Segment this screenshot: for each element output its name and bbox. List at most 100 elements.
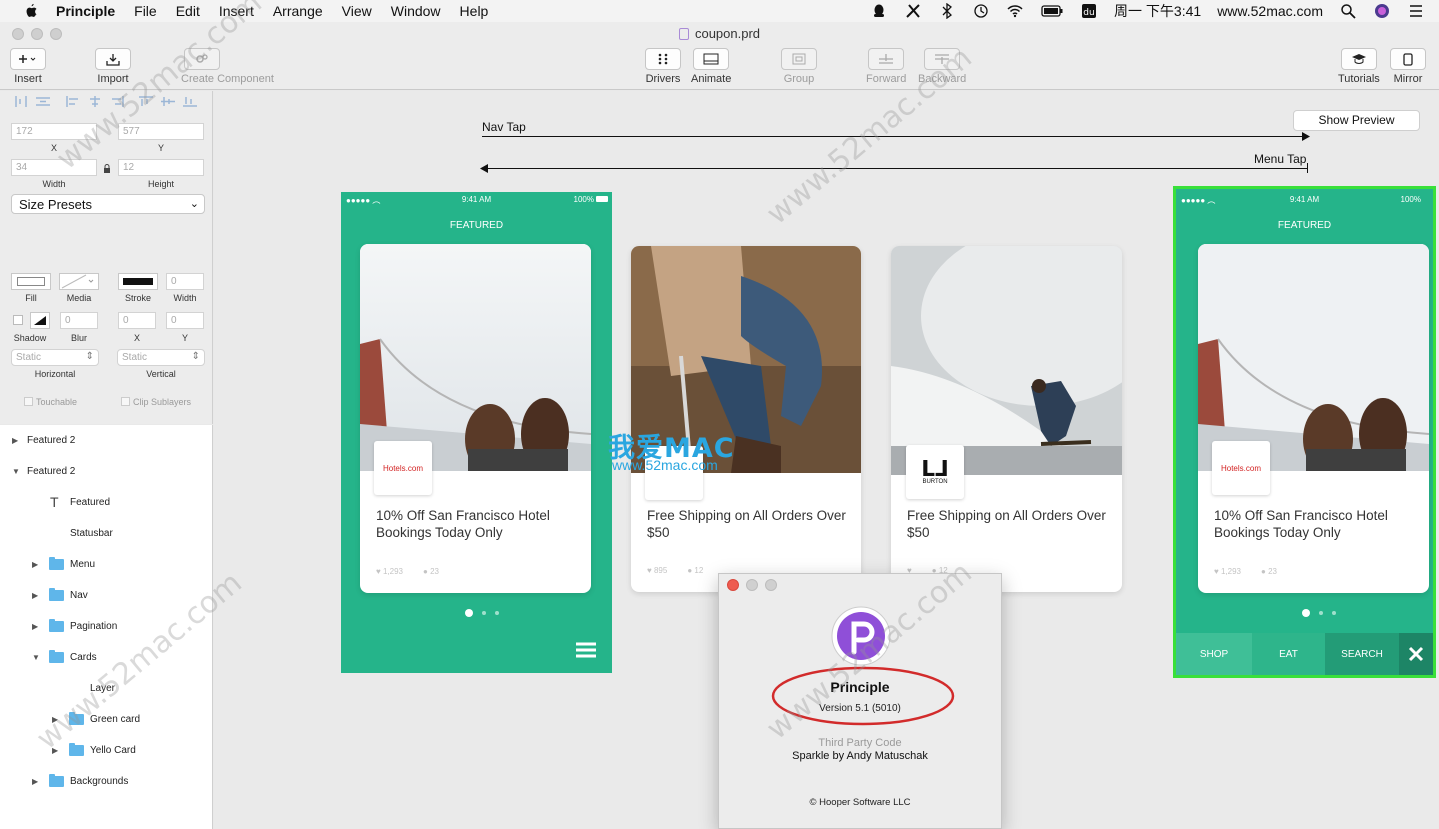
layer-item-featured-2-expanded[interactable]: ▼ Featured 2 <box>12 463 75 479</box>
layer-item-menu[interactable]: ▶ Menu <box>32 556 95 572</box>
layer-item-yello-card[interactable]: ▶ Yello Card <box>52 742 136 758</box>
apple-icon[interactable] <box>20 3 42 19</box>
align-center-icon[interactable] <box>88 96 102 107</box>
group-button[interactable]: Group <box>781 48 817 85</box>
menubar-clock[interactable]: 周一 下午3:41 <box>1114 1 1201 21</box>
hamburger-menu-icon[interactable] <box>576 642 596 658</box>
tab-shop[interactable]: SHOP <box>1176 633 1252 675</box>
disclosure-triangle-icon[interactable]: ▼ <box>12 467 22 476</box>
tutorials-button[interactable]: Tutorials <box>1338 48 1380 85</box>
disclosure-triangle-icon[interactable]: ▼ <box>32 653 42 662</box>
clip-sublayers-checkbox[interactable] <box>121 397 130 406</box>
disclosure-triangle-icon[interactable]: ▶ <box>32 591 42 600</box>
layer-item-featured-2[interactable]: ▶ Featured 2 <box>12 432 75 448</box>
disclosure-triangle-icon[interactable]: ▶ <box>32 777 42 786</box>
menu-window[interactable]: Window <box>391 3 441 19</box>
page-dot[interactable] <box>1332 611 1336 615</box>
pagination-dots[interactable] <box>1302 609 1336 617</box>
media-swatch[interactable] <box>59 273 99 290</box>
vertical-select[interactable]: Static ⇕ <box>117 349 205 366</box>
tab-search[interactable]: SEARCH <box>1325 633 1399 675</box>
qq-icon[interactable] <box>870 3 888 19</box>
menu-file[interactable]: File <box>134 3 157 19</box>
layer-item-cards[interactable]: ▼ Cards <box>32 649 97 665</box>
disclosure-triangle-icon[interactable]: ▶ <box>32 560 42 569</box>
animate-button[interactable]: Animate <box>691 48 731 85</box>
coupon-card-shipping-1[interactable]: Free Shipping on All Orders Over $50 ♥ 8… <box>631 246 861 592</box>
shadow-checkbox[interactable] <box>13 315 23 325</box>
size-presets-select[interactable]: Size Presets ⌄ <box>11 194 205 214</box>
y-field[interactable]: 577 <box>118 123 204 140</box>
page-dot[interactable] <box>1319 611 1323 615</box>
shadow-x-field[interactable]: 0 <box>118 312 156 329</box>
height-field[interactable]: 12 <box>118 159 204 176</box>
pagination-dots[interactable] <box>465 609 499 617</box>
menu-view[interactable]: View <box>342 3 372 19</box>
shadow-swatch[interactable] <box>30 312 50 329</box>
menu-insert[interactable]: Insert <box>219 3 254 19</box>
disclosure-triangle-icon[interactable]: ▶ <box>12 436 22 445</box>
stroke-width-field[interactable]: 0 <box>166 273 204 290</box>
menu-arrange[interactable]: Arrange <box>273 3 323 19</box>
tools-icon[interactable] <box>904 3 922 19</box>
page-dot[interactable] <box>482 611 486 615</box>
time-machine-icon[interactable] <box>972 3 990 19</box>
stroke-swatch[interactable] <box>118 273 158 290</box>
dialog-close-button[interactable] <box>727 579 739 591</box>
disclosure-triangle-icon[interactable]: ▶ <box>52 746 62 755</box>
spotlight-search-icon[interactable] <box>1339 3 1357 19</box>
layer-item-statusbar[interactable]: Statusbar <box>70 525 113 541</box>
wifi-icon[interactable] <box>1006 3 1024 19</box>
battery-icon[interactable] <box>1040 3 1064 19</box>
layer-item-pagination[interactable]: ▶ Pagination <box>32 618 117 634</box>
touchable-checkbox[interactable] <box>24 397 33 406</box>
layer-item-featured-text[interactable]: T Featured <box>50 494 110 510</box>
shadow-y-field[interactable]: 0 <box>166 312 204 329</box>
layer-item-layer[interactable]: Layer <box>90 680 115 696</box>
page-dot-active[interactable] <box>1302 609 1310 617</box>
coupon-card-hotels[interactable]: Hotels.com 10% Off San Francisco Hotel B… <box>1198 244 1429 593</box>
bluetooth-icon[interactable] <box>938 3 956 19</box>
blur-field[interactable]: 0 <box>60 312 98 329</box>
align-middle-icon[interactable] <box>161 96 175 107</box>
layer-item-nav[interactable]: ▶ Nav <box>32 587 88 603</box>
align-left-icon[interactable] <box>66 96 80 107</box>
fill-swatch[interactable] <box>11 273 51 290</box>
siri-icon[interactable] <box>1373 3 1391 19</box>
layer-item-green-card[interactable]: ▶ Green card <box>52 711 140 727</box>
menu-edit[interactable]: Edit <box>176 3 200 19</box>
width-field[interactable]: 34 <box>11 159 97 176</box>
distribute-vertical-icon[interactable] <box>36 96 50 107</box>
menu-app-name[interactable]: Principle <box>56 3 115 19</box>
horizontal-select[interactable]: Static ⇕ <box>11 349 99 366</box>
layer-item-backgrounds[interactable]: ▶ Backgrounds <box>32 773 128 789</box>
forward-button[interactable]: Forward <box>866 48 906 85</box>
close-menu-button[interactable] <box>1399 633 1433 675</box>
page-dot[interactable] <box>495 611 499 615</box>
notification-center-icon[interactable] <box>1407 3 1425 19</box>
align-bottom-icon[interactable] <box>183 96 197 107</box>
x-field[interactable]: 172 <box>11 123 97 140</box>
distribute-horizontal-icon[interactable] <box>14 96 28 107</box>
insert-button[interactable]: Insert <box>10 48 46 85</box>
mirror-button[interactable]: Mirror <box>1390 48 1426 85</box>
menu-help[interactable]: Help <box>460 3 489 19</box>
du-icon[interactable]: du <box>1080 3 1098 19</box>
create-component-button[interactable]: Create Component <box>181 48 274 85</box>
disclosure-triangle-icon[interactable]: ▶ <box>32 622 42 631</box>
backward-button[interactable]: Backward <box>918 48 966 85</box>
coupon-card-shipping-2[interactable]: ᒪᒧ BURTON Free Shipping on All Orders Ove… <box>891 246 1122 592</box>
align-top-icon[interactable] <box>139 96 153 107</box>
tab-eat[interactable]: EAT <box>1252 633 1325 675</box>
import-button[interactable]: Import <box>95 48 131 85</box>
disclosure-triangle-icon[interactable]: ▶ <box>52 715 62 724</box>
phone-artboard-right-selected[interactable]: ●●●●● ︵ 9:41 AM 100% FEATURED Hotels.com… <box>1173 186 1436 678</box>
menubar-site[interactable]: www.52mac.com <box>1217 3 1323 19</box>
drivers-button[interactable]: Drivers <box>645 48 681 85</box>
page-dot-active[interactable] <box>465 609 473 617</box>
coupon-card-hotels[interactable]: Hotels.com 10% Off San Francisco Hotel B… <box>360 244 591 593</box>
show-preview-button[interactable]: Show Preview <box>1293 110 1420 131</box>
align-right-icon[interactable] <box>110 96 124 107</box>
phone-artboard-left[interactable]: ●●●●● ︵ 9:41 AM 100% FEATURED Hotels.com… <box>341 192 612 673</box>
lock-icon[interactable] <box>103 164 111 173</box>
